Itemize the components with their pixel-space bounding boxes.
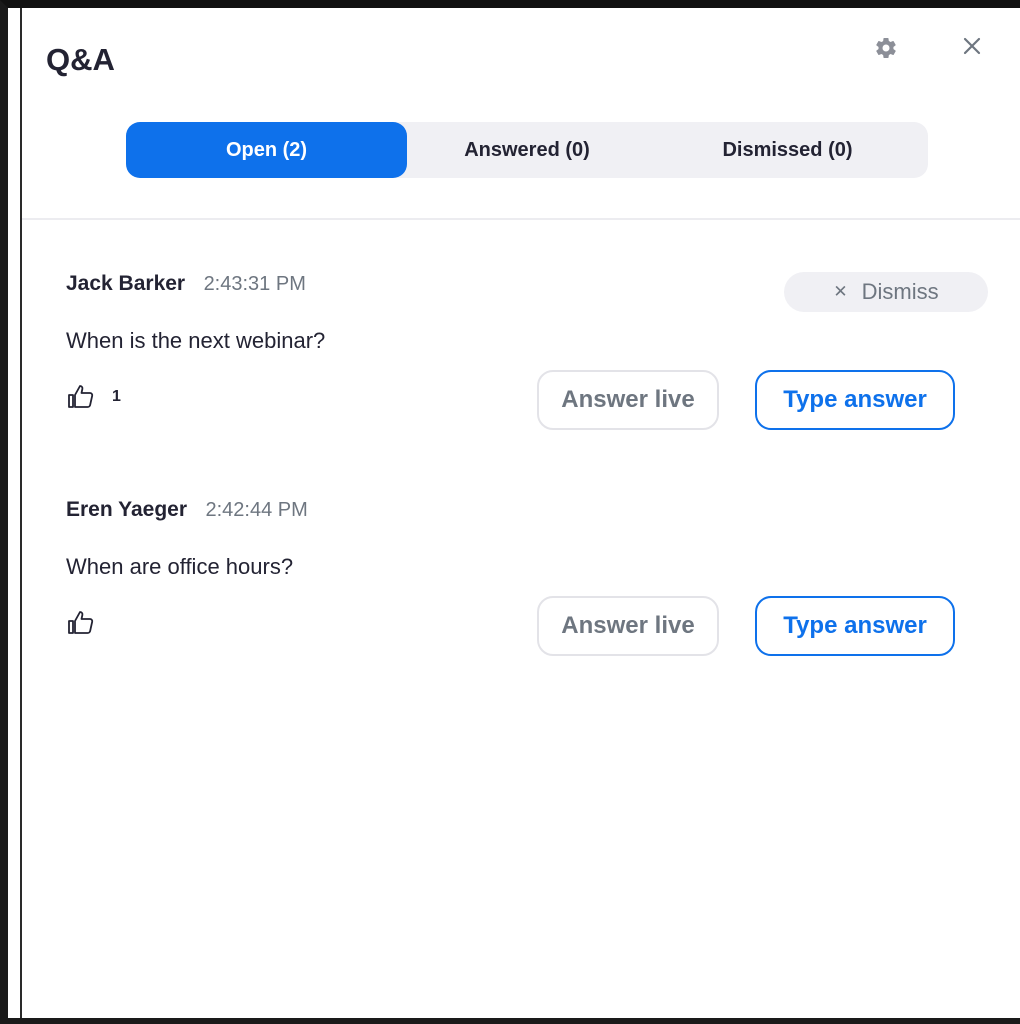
asker-name: Jack Barker [66, 272, 186, 295]
type-answer-button[interactable]: Type answer [755, 370, 955, 430]
question-time: 2:43:31 PM [203, 273, 306, 295]
tab-open[interactable]: Open (2) [126, 122, 407, 178]
type-answer-button[interactable]: Type answer [755, 596, 955, 656]
close-icon[interactable] [960, 34, 984, 58]
like-button[interactable]: 1 [66, 382, 121, 412]
question-time: 2:42:44 PM [205, 499, 308, 521]
answer-live-button[interactable]: Answer live [537, 370, 719, 430]
header-divider [22, 218, 1020, 220]
question-text: When are office hours? [66, 554, 294, 579]
thumbs-up-icon [68, 385, 94, 408]
asker-name: Eren Yaeger [66, 498, 188, 521]
tab-dismissed[interactable]: Dismissed (0) [647, 122, 928, 178]
answer-live-button[interactable]: Answer live [537, 596, 719, 656]
gear-icon[interactable] [874, 36, 898, 60]
tab-answered[interactable]: Answered (0) [407, 122, 647, 178]
dismiss-x-icon: ✕ [833, 282, 848, 301]
dismiss-label: Dismiss [861, 279, 939, 304]
like-button[interactable] [66, 608, 112, 638]
tab-bar: Open (2) Answered (0) Dismissed (0) [126, 122, 928, 178]
question-header: Jack Barker 2:43:31 PM [66, 272, 306, 296]
like-count: 1 [112, 388, 121, 405]
dismiss-button[interactable]: ✕ Dismiss [784, 272, 988, 312]
qa-panel: Q&A Open (2) Answered (0) Dismissed (0) … [20, 8, 1020, 1018]
question-header: Eren Yaeger 2:42:44 PM [66, 498, 308, 522]
panel-title: Q&A [46, 42, 115, 77]
question-text: When is the next webinar? [66, 328, 326, 353]
thumbs-up-icon [68, 611, 94, 634]
